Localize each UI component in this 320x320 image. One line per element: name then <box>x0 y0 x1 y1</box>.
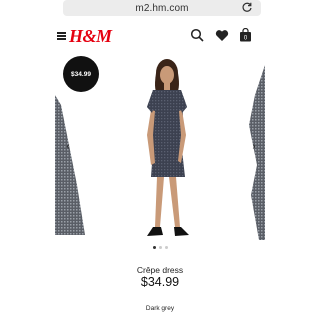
carousel-dot[interactable] <box>158 246 162 249</box>
price-badge: $34.99 <box>63 56 99 92</box>
chevron-left-icon[interactable]: ‹ <box>62 140 74 152</box>
product-main-image <box>147 59 189 236</box>
site-header: H&M 0 <box>55 22 265 52</box>
carousel-dot[interactable] <box>152 246 156 249</box>
bag-icon[interactable]: 0 <box>239 28 252 42</box>
reload-icon[interactable] <box>241 1 253 13</box>
heart-icon[interactable] <box>215 29 229 42</box>
search-icon[interactable] <box>190 28 204 42</box>
chevron-right-icon[interactable]: › <box>248 140 260 152</box>
address-bar[interactable]: m2.hm.com <box>63 0 261 16</box>
brand-logo[interactable]: H&M <box>69 26 112 47</box>
product-price: $34.99 <box>140 275 180 289</box>
menu-icon[interactable] <box>57 32 66 40</box>
product-name: Crêpe dress <box>136 265 184 275</box>
carousel-pagination <box>150 246 170 252</box>
carousel-dot[interactable] <box>164 246 168 249</box>
url-text: m2.hm.com <box>135 2 189 14</box>
next-product-image <box>249 65 265 240</box>
product-color[interactable]: Dark grey <box>0 305 320 312</box>
